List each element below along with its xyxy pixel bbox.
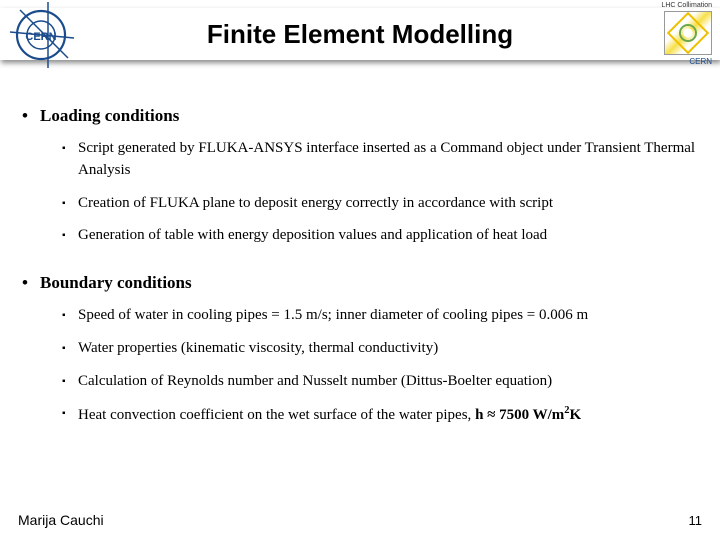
list-item: Speed of water in cooling pipes = 1.5 m/…: [62, 305, 698, 327]
section-heading: Boundary conditions: [22, 273, 698, 293]
lhc-collimation-logo-icon: LHC Collimation CERN: [640, 2, 712, 72]
author-name: Marija Cauchi: [18, 512, 104, 528]
logo-right-sub: CERN: [640, 57, 712, 66]
list-item-text: Heat convection coefficient on the wet s…: [78, 407, 581, 423]
list-item: Water properties (kinematic viscosity, t…: [62, 338, 698, 360]
list-item: Script generated by FLUKA-ANSYS interfac…: [62, 138, 698, 182]
slide-footer: Marija Cauchi 11: [18, 512, 702, 528]
cern-logo-icon: CERN: [6, 0, 76, 70]
section-heading: Loading conditions: [22, 106, 698, 126]
logo-right-label: LHC Collimation: [640, 2, 712, 10]
sub-list: Script generated by FLUKA-ANSYS interfac…: [62, 138, 698, 247]
title-bar: Finite Element Modelling: [0, 8, 720, 60]
collimation-graphic-icon: [664, 11, 712, 55]
list-item: Generation of table with energy depositi…: [62, 225, 698, 247]
list-item: Creation of FLUKA plane to deposit energ…: [62, 193, 698, 215]
slide-header: Finite Element Modelling CERN LHC Collim…: [0, 0, 720, 78]
page-number: 11: [689, 513, 703, 528]
slide-body: Loading conditions Script generated by F…: [22, 106, 698, 453]
sub-list: Speed of water in cooling pipes = 1.5 m/…: [62, 305, 698, 427]
slide-title: Finite Element Modelling: [207, 19, 513, 50]
list-item: Heat convection coefficient on the wet s…: [62, 403, 698, 427]
cern-logo-text: CERN: [25, 31, 56, 43]
list-item: Calculation of Reynolds number and Nusse…: [62, 371, 698, 393]
